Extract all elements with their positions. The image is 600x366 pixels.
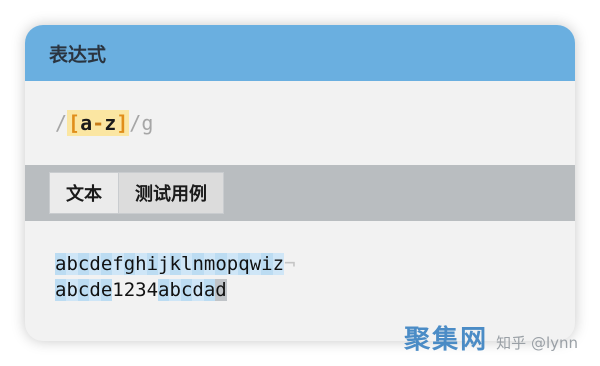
panel-header: 表达式 <box>25 25 575 81</box>
expression-flags[interactable]: g <box>141 111 153 135</box>
regex-panel: 表达式 / [a-z] / g 文本 测试用例 abcdefghijklnmop… <box>25 25 575 341</box>
panel-title: 表达式 <box>49 43 107 66</box>
match-highlight: d <box>192 279 204 301</box>
match-highlight: b <box>169 279 181 301</box>
end-of-line-marker: ¬ <box>284 253 296 275</box>
match-highlight: h <box>135 253 147 275</box>
match-highlight: d <box>215 279 227 301</box>
expression-open-slash: / <box>55 111 68 135</box>
character-set: [a-z] <box>67 110 130 136</box>
match-highlight: w <box>249 253 262 275</box>
line-2-chars-b: abcdad <box>158 279 227 301</box>
match-highlight: q <box>238 253 250 275</box>
test-text-area[interactable]: abcdefghijklnmopqwiz¬ abcde1234abcdad <box>25 221 575 303</box>
match-highlight: k <box>169 253 181 275</box>
match-highlight: f <box>112 253 124 275</box>
match-highlight: i <box>261 253 273 275</box>
match-highlight: a <box>203 279 216 301</box>
match-highlight: z <box>272 253 285 275</box>
match-highlight: p <box>226 253 239 275</box>
match-highlight: o <box>215 253 227 275</box>
match-highlight: a <box>158 279 170 301</box>
match-highlight: c <box>77 279 90 301</box>
match-highlight: i <box>146 253 159 275</box>
range-hyphen: - <box>92 111 105 135</box>
match-highlight: c <box>180 279 193 301</box>
match-highlight: m <box>203 253 216 275</box>
match-highlight: a <box>55 279 67 301</box>
match-highlight: b <box>66 253 78 275</box>
match-highlight: a <box>55 253 67 275</box>
watermark-logo: 聚集网 <box>404 325 489 355</box>
match-highlight: j <box>158 253 170 275</box>
match-highlight: l <box>180 253 193 275</box>
match-highlight: d <box>89 253 101 275</box>
range-end: z <box>104 111 117 135</box>
range-start: a <box>80 111 93 135</box>
text-line-2: abcde1234abcdad <box>55 277 575 303</box>
watermark-credit: 知乎 @lynn <box>496 334 578 352</box>
expression-field[interactable]: / [a-z] / g <box>25 81 575 165</box>
text-line-1: abcdefghijklnmopqwiz¬ <box>55 251 575 277</box>
tabs-bar: 文本 测试用例 <box>25 165 575 221</box>
tab-test-cases[interactable]: 测试用例 <box>119 172 224 214</box>
line-2-digits: 1234 <box>112 279 159 301</box>
match-highlight: g <box>123 253 136 275</box>
match-highlight: b <box>66 279 78 301</box>
match-highlight: c <box>77 253 90 275</box>
match-highlight: e <box>100 279 113 301</box>
line-1-chars: abcdefghijklnmopqwiz <box>55 253 285 275</box>
set-open-bracket: [ <box>68 111 81 135</box>
expression-close-slash: / <box>129 111 142 135</box>
watermark: 聚集网 知乎 @lynn <box>404 319 578 356</box>
match-highlight: d <box>89 279 101 301</box>
tab-text[interactable]: 文本 <box>49 172 119 214</box>
match-highlight: e <box>100 253 113 275</box>
match-highlight: n <box>192 253 204 275</box>
set-close-bracket: ] <box>116 111 129 135</box>
line-2-chars-a: abcde <box>55 279 113 301</box>
